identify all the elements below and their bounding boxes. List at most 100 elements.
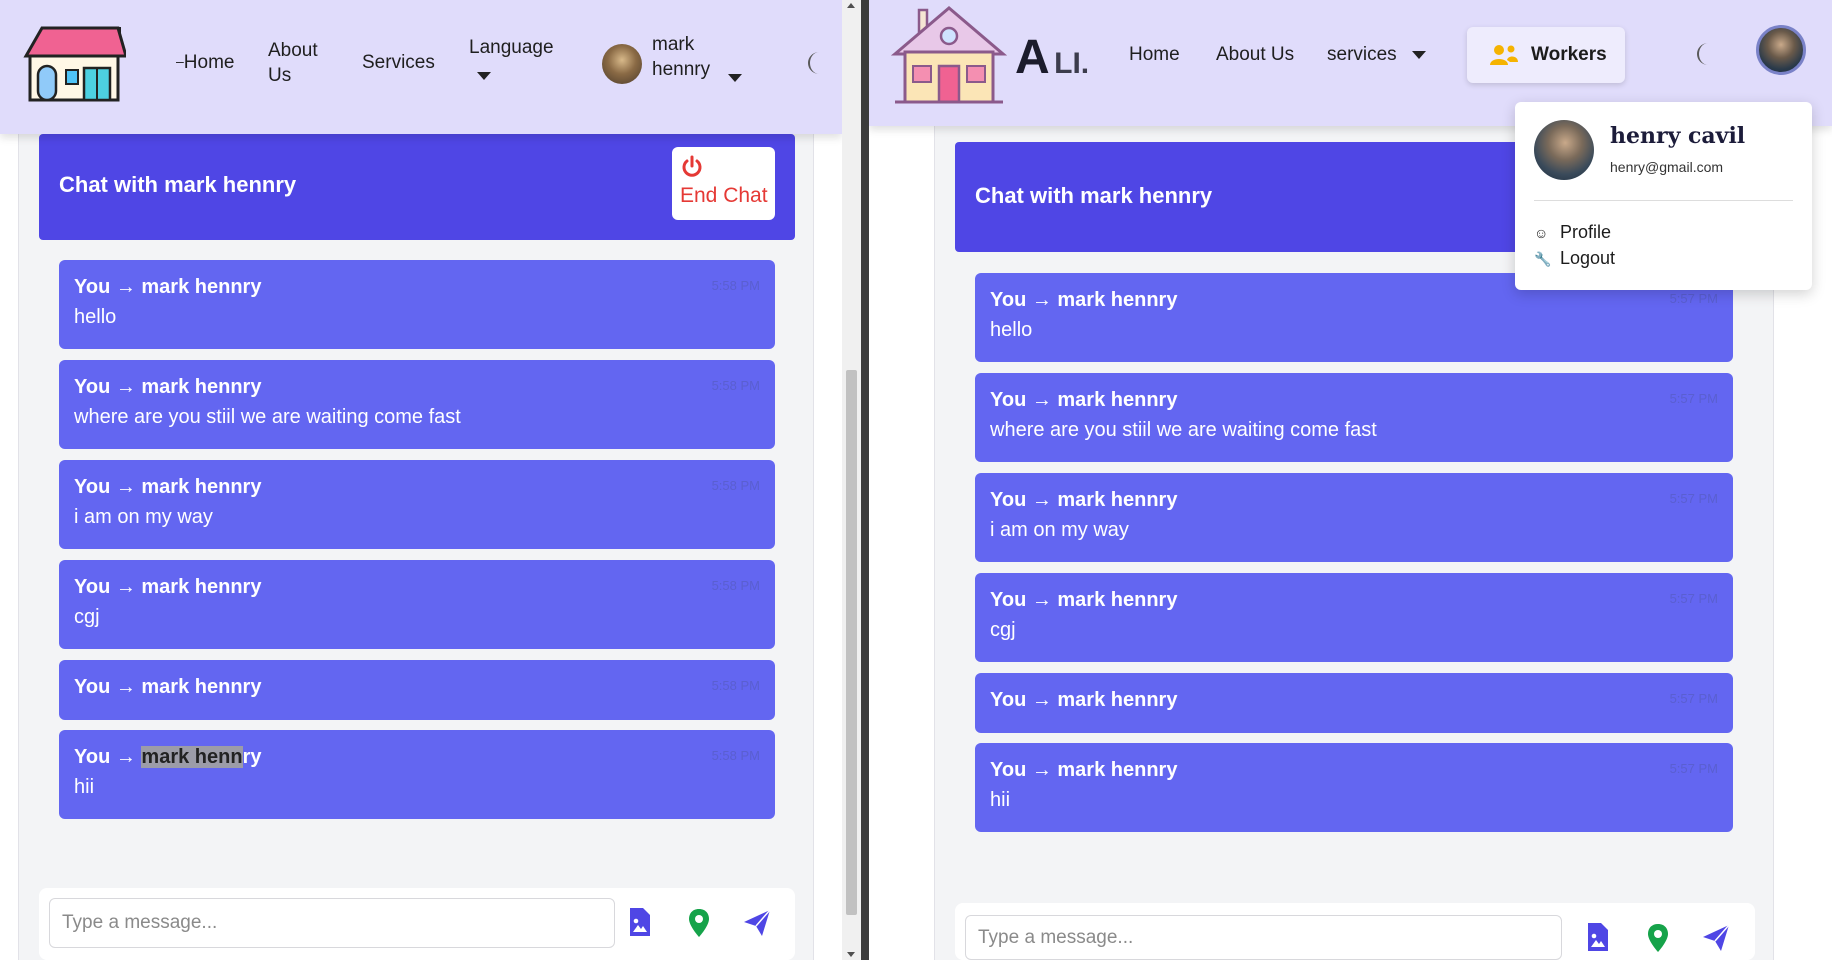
message-time: 5:58 PM xyxy=(711,278,760,293)
left-browser-pane: –Home About Us Services Language mark he… xyxy=(0,0,842,960)
nav-home-link[interactable]: –Home xyxy=(176,50,234,76)
message-composer xyxy=(39,888,795,960)
message-time: 5:58 PM xyxy=(711,478,760,493)
profile-icon: ☺ xyxy=(1534,225,1549,241)
caret-down-icon xyxy=(728,74,742,82)
message-bubble: You → mark hennry 5:57 PM xyxy=(975,673,1733,733)
message-bubble: You → mark hennry hello 5:58 PM xyxy=(59,260,775,349)
logout-icon: 🔧 xyxy=(1534,251,1552,267)
language-dropdown[interactable]: Language xyxy=(469,35,565,85)
power-icon xyxy=(682,155,702,177)
message-sender: You → mark hennry xyxy=(74,476,262,498)
brand-name: A LI. xyxy=(1015,30,1089,85)
house-logo-icon[interactable] xyxy=(891,4,1007,106)
message-text: cgj xyxy=(74,606,100,628)
dropdown-avatar xyxy=(1534,120,1594,180)
profile-dropdown: henry cavil henry@gmail.com ☺ Profile 🔧 Lo… xyxy=(1515,102,1812,290)
message-text: cgj xyxy=(990,619,1016,641)
workers-label: Workers xyxy=(1531,44,1607,65)
message-time: 5:58 PM xyxy=(711,378,760,393)
message-bubble: You → mark hennry i am on my way 5:57 PM xyxy=(975,473,1733,562)
logout-label: Logout xyxy=(1560,248,1616,268)
nav-services-link[interactable]: Services xyxy=(362,50,435,75)
scroll-down-arrow[interactable] xyxy=(847,952,855,957)
vertical-scrollbar[interactable] xyxy=(842,0,861,960)
message-bubble: You → mark hennry hii 5:57 PM xyxy=(975,743,1733,832)
dropdown-divider xyxy=(1534,200,1793,201)
end-chat-label: End Chat xyxy=(680,184,768,207)
message-time: 5:57 PM xyxy=(1669,761,1718,776)
message-text: i am on my way xyxy=(74,506,213,528)
logout-menu-item[interactable]: 🔧 Logout xyxy=(1534,248,1615,269)
profile-label: Profile xyxy=(1560,222,1612,242)
message-time: 5:57 PM xyxy=(1669,591,1718,606)
nav-home-label: Home xyxy=(183,52,235,73)
message-sender: You → mark hennry xyxy=(74,576,262,598)
image-file-icon[interactable] xyxy=(625,908,655,938)
message-time: 5:57 PM xyxy=(1669,691,1718,706)
pane-divider xyxy=(861,0,869,960)
message-bubble: You → mark hennry 5:58 PM xyxy=(59,660,775,720)
nav-about-link[interactable]: About Us xyxy=(1216,42,1294,67)
message-bubble: You → mark hennry where are you stiil we… xyxy=(59,360,775,449)
user-menu[interactable]: mark hennry xyxy=(602,32,752,92)
message-time: 5:58 PM xyxy=(711,678,760,693)
nav-about-link[interactable]: About Us xyxy=(268,38,328,88)
dropdown-user-email: henry@gmail.com xyxy=(1610,159,1724,175)
message-text: hello xyxy=(990,319,1033,341)
chat-title: Chat with mark hennry xyxy=(59,172,297,197)
send-icon[interactable] xyxy=(1701,923,1731,953)
right-browser-pane: A LI. Home About Us services Workers Cha… xyxy=(869,0,1832,960)
message-sender: You → mark hennry xyxy=(990,759,1178,781)
message-sender: You → mark hennry xyxy=(74,276,262,298)
sender-prefix: You → xyxy=(74,746,142,768)
message-text: hello xyxy=(74,306,117,328)
message-input[interactable] xyxy=(49,898,615,948)
services-dropdown[interactable]: services xyxy=(1327,42,1426,67)
navbar: –Home About Us Services Language mark he… xyxy=(0,0,842,134)
scroll-thumb[interactable] xyxy=(846,370,857,915)
message-sender: You → mark hennry xyxy=(990,289,1178,311)
moon-icon[interactable] xyxy=(802,50,828,76)
message-sender: You → mark hennry xyxy=(990,489,1178,511)
message-text: hii xyxy=(990,789,1011,811)
message-text: hii xyxy=(74,776,95,798)
chat-title: Chat with mark hennry xyxy=(975,183,1213,208)
message-bubble: You → mark hennry cgj 5:57 PM xyxy=(975,573,1733,662)
house-logo-icon[interactable] xyxy=(22,24,126,102)
message-sender: You → mark hennry xyxy=(990,689,1178,711)
workers-button[interactable]: Workers xyxy=(1467,27,1625,83)
profile-menu-item[interactable]: ☺ Profile xyxy=(1534,222,1611,243)
message-time: 5:57 PM xyxy=(1669,491,1718,506)
image-file-icon[interactable] xyxy=(1583,923,1613,953)
scroll-up-arrow[interactable] xyxy=(847,3,855,8)
nav-home-link[interactable]: Home xyxy=(1129,42,1180,67)
send-icon[interactable] xyxy=(742,908,772,938)
profile-avatar-button[interactable] xyxy=(1756,25,1806,75)
message-sender: You → mark hennry xyxy=(74,676,262,698)
caret-down-icon xyxy=(477,71,491,80)
moon-icon[interactable] xyxy=(1691,41,1717,67)
message-bubble: You → mark hennry hii 5:58 PM xyxy=(59,730,775,819)
message-bubble: You → mark hennry i am on my way 5:58 PM xyxy=(59,460,775,549)
location-pin-icon[interactable] xyxy=(1643,923,1673,953)
sender-suffix: ry xyxy=(242,746,262,768)
message-time: 5:57 PM xyxy=(1669,291,1718,306)
message-input[interactable] xyxy=(965,915,1562,960)
end-chat-button[interactable]: End Chat xyxy=(672,147,775,220)
message-text: where are you stiil we are waiting come … xyxy=(74,406,461,428)
user-name: mark hennry xyxy=(652,34,711,80)
brand-suffix: LI. xyxy=(1054,47,1090,80)
message-time: 5:58 PM xyxy=(711,748,760,763)
avatar xyxy=(602,44,642,84)
message-time: 5:57 PM xyxy=(1669,391,1718,406)
message-text: where are you stiil we are waiting come … xyxy=(990,419,1377,441)
message-composer xyxy=(955,903,1755,960)
services-label: services xyxy=(1327,44,1397,65)
message-time: 5:58 PM xyxy=(711,578,760,593)
message-sender: You → mark hennry xyxy=(74,376,262,398)
dropdown-user-name: henry cavil xyxy=(1610,123,1746,149)
message-bubble: You → mark hennry where are you stiil we… xyxy=(975,373,1733,462)
message-bubble: You → mark hennry cgj 5:58 PM xyxy=(59,560,775,649)
location-pin-icon[interactable] xyxy=(684,908,714,938)
